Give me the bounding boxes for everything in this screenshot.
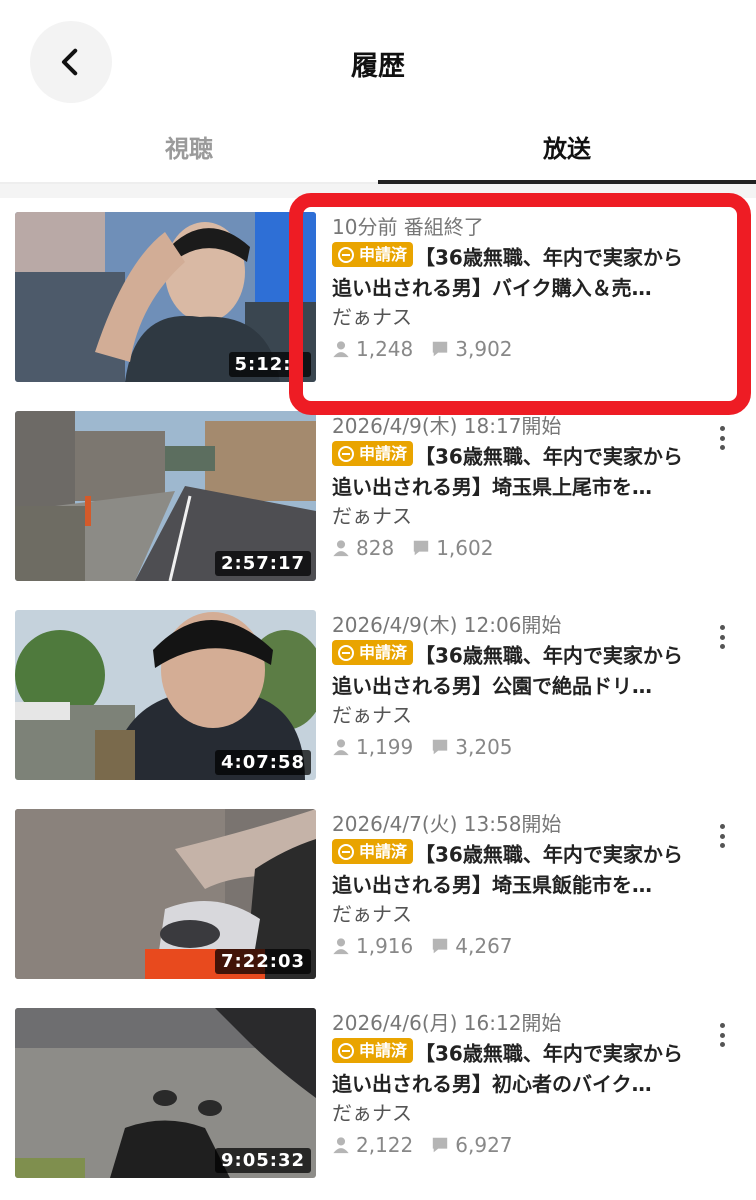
history-item[interactable]: 4:07:58 2026/4/9(木) 12:06開始 申請済 【36歳無職、年内… <box>0 610 756 782</box>
person-icon <box>333 739 349 756</box>
broadcast-title[interactable]: 申請済 【36歳無職、年内で実家から追い出される男】初心者のバイク… <box>332 1038 702 1098</box>
duration-label: 4:07:58 <box>214 750 311 775</box>
broadcast-date: 2026/4/7(火) 13:58開始 <box>332 812 562 836</box>
comment-bubble-icon <box>413 540 429 556</box>
duration-label: 5:12:2 <box>228 352 311 377</box>
broadcast-date: 10分前 番組終了 <box>332 215 484 239</box>
more-vertical-icon[interactable] <box>712 423 732 453</box>
applied-badge: 申請済 <box>332 441 414 466</box>
viewer-count: 1,916 <box>356 934 414 958</box>
comment-count: 3,902 <box>455 337 513 361</box>
duration-label: 9:05:32 <box>214 1148 311 1173</box>
viewer-count: 2,122 <box>356 1133 414 1157</box>
duration-label: 7:22:03 <box>214 949 311 974</box>
viewer-count: 1,248 <box>356 337 414 361</box>
coin-icon <box>338 1042 354 1059</box>
item-info: 10分前 番組終了 申請済 【36歳無職、年内で実家から追い出される男】バイク購入… <box>332 212 702 364</box>
tab-broadcast[interactable]: 放送 <box>378 122 756 184</box>
more-vertical-icon[interactable] <box>712 821 732 851</box>
comment-bubble-icon <box>433 739 448 755</box>
item-info: 2026/4/9(木) 18:17開始 申請済 【36歳無職、年内で実家から追い出… <box>332 411 702 563</box>
more-vertical-icon[interactable] <box>712 622 732 652</box>
item-stats: 1,248 3,902 <box>332 334 702 364</box>
broadcast-title[interactable]: 申請済 【36歳無職、年内で実家から追い出される男】埼玉県上尾市を… <box>332 441 702 501</box>
coin-icon <box>338 644 354 661</box>
tab-bar: 視聴 放送 <box>0 122 756 184</box>
person-icon <box>333 341 349 358</box>
video-thumbnail[interactable]: 4:07:58 <box>15 610 316 780</box>
applied-badge: 申請済 <box>332 640 414 665</box>
applied-badge: 申請済 <box>332 839 414 864</box>
tab-watched[interactable]: 視聴 <box>0 122 378 184</box>
comment-count: 3,205 <box>455 735 513 759</box>
section-divider <box>0 184 756 198</box>
applied-badge: 申請済 <box>332 242 414 267</box>
history-item[interactable]: 7:22:03 2026/4/7(火) 13:58開始 申請済 【36歳無職、年内… <box>0 809 756 981</box>
broadcast-date: 2026/4/6(月) 16:12開始 <box>332 1011 562 1035</box>
broadcast-title[interactable]: 申請済 【36歳無職、年内で実家から追い出される男】バイク購入＆売… <box>332 242 702 302</box>
video-thumbnail[interactable]: 5:12:2 <box>15 212 316 382</box>
channel-name[interactable]: だぁナス <box>332 501 702 533</box>
broadcast-title[interactable]: 申請済 【36歳無職、年内で実家から追い出される男】埼玉県飯能市を… <box>332 839 702 899</box>
applied-badge: 申請済 <box>332 1038 414 1063</box>
channel-name[interactable]: だぁナス <box>332 899 702 931</box>
item-stats: 1,916 4,267 <box>332 931 702 961</box>
header: 履歴 <box>0 0 756 120</box>
broadcast-date: 2026/4/9(木) 12:06開始 <box>332 613 562 637</box>
broadcast-date: 2026/4/9(木) 18:17開始 <box>332 414 562 438</box>
item-stats: 2,122 6,927 <box>332 1130 702 1160</box>
comment-count: 1,602 <box>436 536 494 560</box>
viewer-count: 1,199 <box>356 735 414 759</box>
comment-bubble-icon <box>433 341 448 357</box>
page-title: 履歴 <box>351 51 405 82</box>
comment-bubble-icon <box>433 938 448 954</box>
viewer-count: 828 <box>356 536 395 560</box>
coin-icon <box>338 445 354 462</box>
comment-count: 6,927 <box>455 1133 513 1157</box>
duration-label: 2:57:17 <box>214 551 311 576</box>
history-item[interactable]: 2:57:17 2026/4/9(木) 18:17開始 申請済 【36歳無職、年内… <box>0 411 756 583</box>
history-item[interactable]: 9:05:32 2026/4/6(月) 16:12開始 申請済 【36歳無職、年内… <box>0 1008 756 1180</box>
broadcast-title[interactable]: 申請済 【36歳無職、年内で実家から追い出される男】公園で絶品ドリ… <box>332 640 702 700</box>
person-icon <box>333 540 349 557</box>
coin-icon <box>338 246 354 263</box>
more-vertical-icon[interactable] <box>712 1020 732 1050</box>
video-thumbnail[interactable]: 9:05:32 <box>15 1008 316 1178</box>
item-info: 2026/4/7(火) 13:58開始 申請済 【36歳無職、年内で実家から追い出… <box>332 809 702 961</box>
coin-icon <box>338 843 354 860</box>
video-thumbnail[interactable]: 7:22:03 <box>15 809 316 979</box>
comment-bubble-icon <box>433 1137 448 1153</box>
person-icon <box>333 938 349 955</box>
comment-count: 4,267 <box>455 934 513 958</box>
item-info: 2026/4/9(木) 12:06開始 申請済 【36歳無職、年内で実家から追い出… <box>332 610 702 762</box>
history-item[interactable]: 5:12:2 10分前 番組終了 申請済 【36歳無職、年内で実家から追い出される… <box>0 212 756 384</box>
video-thumbnail[interactable]: 2:57:17 <box>15 411 316 581</box>
person-icon <box>333 1137 349 1154</box>
item-stats: 828 1,602 <box>332 533 702 563</box>
channel-name[interactable]: だぁナス <box>332 700 702 732</box>
item-info: 2026/4/6(月) 16:12開始 申請済 【36歳無職、年内で実家から追い出… <box>332 1008 702 1160</box>
channel-name[interactable]: だぁナス <box>332 302 702 334</box>
item-stats: 1,199 3,205 <box>332 732 702 762</box>
channel-name[interactable]: だぁナス <box>332 1098 702 1130</box>
